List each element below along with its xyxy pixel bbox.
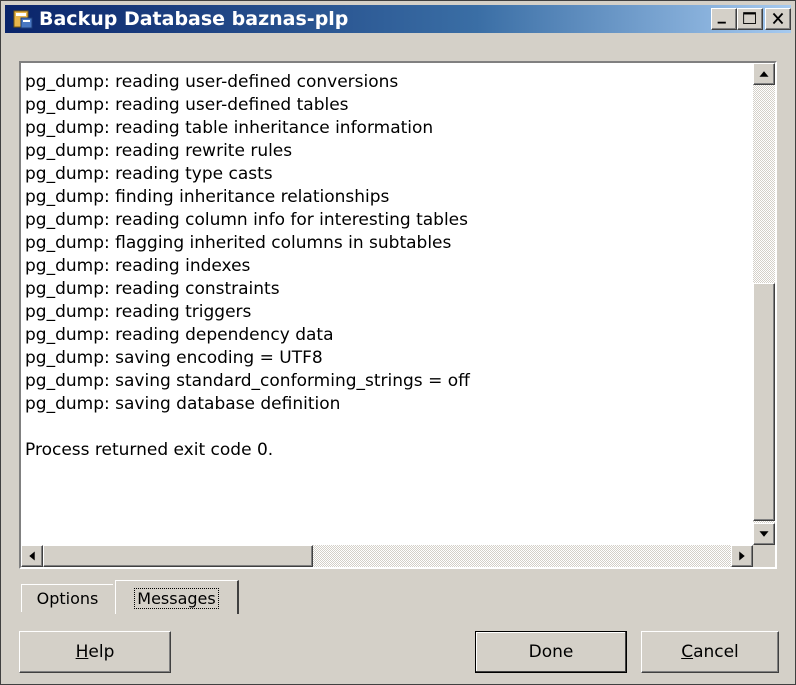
log-line: pg_dump: saving standard_conforming_stri…	[25, 371, 470, 391]
arrow-right-icon	[739, 551, 745, 561]
help-button[interactable]: Help	[19, 631, 171, 673]
vertical-scrollbar[interactable]	[753, 63, 775, 545]
log-line: pg_dump: reading user-defined conversion…	[25, 72, 399, 92]
maximize-button[interactable]	[737, 8, 763, 30]
scroll-right-button[interactable]	[731, 545, 753, 567]
horizontal-scrollbar[interactable]	[21, 545, 753, 567]
log-line: pg_dump: saving database definition	[25, 394, 341, 414]
vertical-scroll-thumb[interactable]	[753, 283, 775, 521]
close-icon	[772, 12, 784, 25]
scroll-down-button[interactable]	[753, 523, 775, 545]
log-text-area[interactable]: pg_dump: reading user-defined conversion…	[25, 71, 753, 539]
title-bar[interactable]: Backup Database baznas-plp	[5, 5, 791, 33]
cancel-label: ancel	[693, 642, 739, 662]
horizontal-scroll-thumb[interactable]	[43, 545, 313, 567]
scrollbar-corner	[753, 545, 775, 567]
tab-messages[interactable]: Messages	[115, 580, 239, 614]
messages-log[interactable]: pg_dump: reading user-defined conversion…	[19, 61, 777, 569]
backup-dialog: Backup Database baznas-plp pg_dump: read…	[0, 0, 796, 685]
log-line: Process returned exit code 0.	[25, 440, 274, 460]
scroll-left-button[interactable]	[21, 545, 43, 567]
scroll-up-button[interactable]	[753, 63, 775, 85]
log-line: pg_dump: reading triggers	[25, 302, 252, 322]
database-app-icon	[13, 10, 33, 29]
log-line: pg_dump: flagging inherited columns in s…	[25, 233, 452, 253]
minimize-button[interactable]	[711, 8, 737, 30]
log-line: pg_dump: reading rewrite rules	[25, 141, 293, 161]
log-line: pg_dump: reading table inheritance infor…	[25, 118, 434, 138]
tab-messages-label: Messages	[134, 588, 219, 609]
help-label: elp	[88, 642, 115, 662]
done-button[interactable]: Done	[475, 631, 627, 673]
log-line: pg_dump: reading type casts	[25, 164, 273, 184]
tab-options-label: Options	[36, 589, 99, 608]
log-line: pg_dump: reading dependency data	[25, 325, 334, 345]
minimize-icon	[717, 21, 726, 24]
help-accel: H	[75, 642, 89, 662]
arrow-up-icon	[759, 71, 769, 77]
window-title: Backup Database baznas-plp	[39, 8, 349, 30]
log-line: pg_dump: reading column info for interes…	[25, 210, 468, 230]
arrow-left-icon	[29, 551, 35, 561]
log-line: pg_dump: reading user-defined tables	[25, 95, 349, 115]
log-line: pg_dump: finding inheritance relationshi…	[25, 187, 390, 207]
tab-options[interactable]: Options	[21, 584, 113, 612]
arrow-down-icon	[759, 531, 769, 537]
cancel-accel: C	[681, 642, 694, 662]
log-line: pg_dump: saving encoding = UTF8	[25, 348, 323, 368]
done-label: Done	[528, 642, 574, 662]
cancel-button[interactable]: Cancel	[641, 631, 779, 673]
log-line: pg_dump: reading constraints	[25, 279, 280, 299]
log-line: pg_dump: reading indexes	[25, 256, 251, 276]
close-button[interactable]	[765, 8, 791, 30]
maximize-icon	[743, 12, 756, 24]
